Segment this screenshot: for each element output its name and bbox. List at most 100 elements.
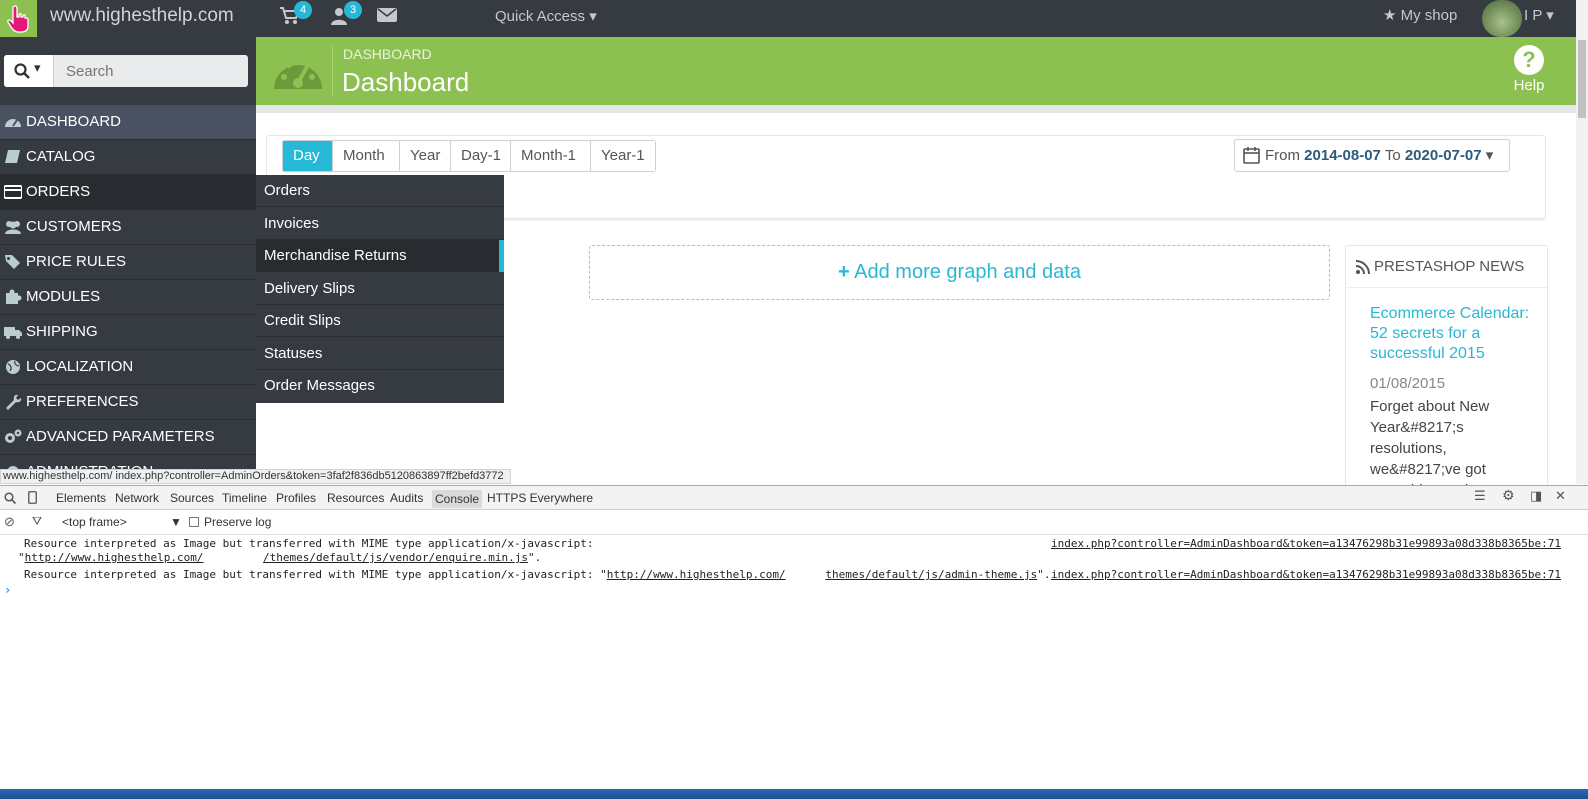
sidebar-item-customers[interactable]: CUSTOMERS [0,210,256,245]
logo[interactable] [0,0,37,37]
range-day-button[interactable]: Day [283,141,333,171]
users-icon [5,221,21,234]
sidebar-item-catalog[interactable]: CATALOG [0,140,256,175]
sidebar-item-price-rules[interactable]: PRICE RULES [0,245,256,280]
preserve-log-checkbox[interactable] [189,517,199,527]
range-year-1-button[interactable]: Year-1 [591,141,655,171]
quick-access-dropdown[interactable]: Quick Access ▾ [495,7,597,25]
sidebar-item-label: PRICE RULES [26,253,127,270]
log-link[interactable]: http://www.highesthelp.com/ [607,568,786,581]
wrench-icon [6,394,22,410]
caret-down-icon: ▼ [170,515,182,529]
log-quote: " [18,551,25,564]
frame-select[interactable]: <top frame> ▼ [62,515,182,531]
search-icon[interactable] [4,492,16,504]
device-mode-icon[interactable] [28,491,37,504]
news-body: Forget about New Year&#8217;s resolution… [1370,398,1490,494]
submenu-item-invoices[interactable]: Invoices [256,208,504,240]
submenu-item-delivery-slips[interactable]: Delivery Slips [256,273,504,305]
range-month-button[interactable]: Month [333,141,400,171]
customer-notifications-button[interactable]: 3 [330,1,362,29]
sidebar-item-orders[interactable]: ORDERS [0,175,256,210]
search-type-button[interactable]: ▾ [4,55,54,87]
header-shadow [256,105,1576,113]
dock-side-icon[interactable]: ◨ [1530,489,1542,504]
tab-console[interactable]: Console [432,490,483,508]
tab-sources[interactable]: Sources [170,491,214,505]
log-text: Resource interpreted as Image but transf… [24,568,607,581]
sidebar-item-label: ADVANCED PARAMETERS [26,428,215,445]
news-title-link[interactable]: Ecommerce Calendar: 52 secrets for a suc… [1370,304,1542,364]
log-link[interactable]: http://www.highesthelp.com/ [25,551,204,564]
user-initials: I P [1524,7,1543,24]
status-bar-url: www.highesthelp.com/ index.php?controlle… [0,469,511,484]
range-month-1-button[interactable]: Month-1 [511,141,591,171]
sidebar-item-dashboard[interactable]: DASHBOARD [0,105,256,140]
sidebar-item-modules[interactable]: MODULES [0,280,256,315]
tab-audits[interactable]: Audits [390,491,423,505]
sidebar-item-preferences[interactable]: PREFERENCES [0,385,256,420]
devtools-panel: Elements Network Sources Timeline Profil… [0,485,1588,789]
cart-badge: 4 [294,1,312,19]
submenu-item-order-messages[interactable]: Order Messages [256,370,504,402]
sidebar-item-label: LOCALIZATION [26,358,134,375]
log-link[interactable]: /themes/default/js/vendor/enquire.min.js [263,551,528,564]
truck-icon [4,327,22,339]
from-label: From [1265,147,1300,164]
globe-icon [6,360,20,374]
settings-gear-icon[interactable]: ⚙ [1502,488,1515,504]
breadcrumb[interactable]: DASHBOARD [343,46,432,62]
log-link[interactable]: themes/default/js/admin-theme.js [825,568,1037,581]
tab-network[interactable]: Network [115,491,159,505]
calendar-icon [1243,147,1260,164]
submenu-item-label: Invoices [264,215,320,232]
log-source-link[interactable]: index.php?controller=AdminDashboard&toke… [1051,568,1561,581]
credit-card-icon [4,185,22,199]
sidebar-item-label: CUSTOMERS [26,218,122,235]
rss-icon [1356,260,1370,274]
date-range-picker[interactable]: From 2014-08-07 To 2020-07-07 ▾ [1234,139,1510,172]
search-input[interactable] [56,55,246,87]
messages-button[interactable] [377,7,399,29]
sidebar-item-label: SHIPPING [26,323,98,340]
scrollbar-thumb[interactable] [1578,40,1586,118]
range-day-1-button[interactable]: Day-1 [451,141,511,171]
tab-elements[interactable]: Elements [56,491,106,505]
close-icon[interactable]: ✕ [1555,489,1566,504]
my-shop-link[interactable]: ★ My shop [1383,6,1457,24]
question-icon: ? [1514,45,1544,75]
my-shop-label: My shop [1400,7,1458,24]
log-source-link[interactable]: index.php?controller=AdminDashboard&toke… [1051,537,1561,550]
caret-down-icon: ▾ [34,61,41,76]
log-message: Resource interpreted as Image but transf… [24,537,594,550]
user-menu[interactable]: I P ▾ [1524,6,1554,24]
submenu-item-credit-slips[interactable]: Credit Slips [256,305,504,337]
help-button[interactable]: ? Help [1509,45,1549,94]
tab-timeline[interactable]: Timeline [222,491,267,505]
tab-https-everywhere[interactable]: HTTPS Everywhere [487,491,593,505]
caret-down-icon: ▾ [1546,7,1554,24]
envelope-icon [377,8,397,22]
submenu-item-statuses[interactable]: Statuses [256,338,504,370]
drawer-toggle-icon[interactable]: ☰ [1474,489,1486,504]
quick-access-label: Quick Access [495,8,586,25]
gears-icon [5,429,22,443]
page-scrollbar[interactable] [1576,0,1588,484]
sidebar-item-localization[interactable]: LOCALIZATION [0,350,256,385]
submenu-item-orders[interactable]: Orders [256,175,504,207]
cart-notifications-button[interactable]: 4 [280,1,312,29]
submenu-item-label: Delivery Slips [264,280,355,297]
speedometer-icon [274,57,322,89]
range-year-button[interactable]: Year [400,141,451,171]
submenu-item-merchandise-returns[interactable]: Merchandise Returns [256,240,504,272]
tab-profiles[interactable]: Profiles [276,491,316,505]
sidebar-item-advanced-parameters[interactable]: ADVANCED PARAMETERS [0,420,256,455]
filter-icon[interactable]: ⛛ [32,514,42,529]
clear-console-icon[interactable]: ⊘ [4,514,15,530]
tab-resources[interactable]: Resources [327,491,384,505]
add-graph-button[interactable]: + Add more graph and data [589,245,1330,300]
sidebar-item-shipping[interactable]: SHIPPING [0,315,256,350]
site-url[interactable]: www.highesthelp.com [50,5,234,27]
avatar[interactable] [1482,0,1522,37]
console-prompt[interactable]: › [4,583,11,597]
